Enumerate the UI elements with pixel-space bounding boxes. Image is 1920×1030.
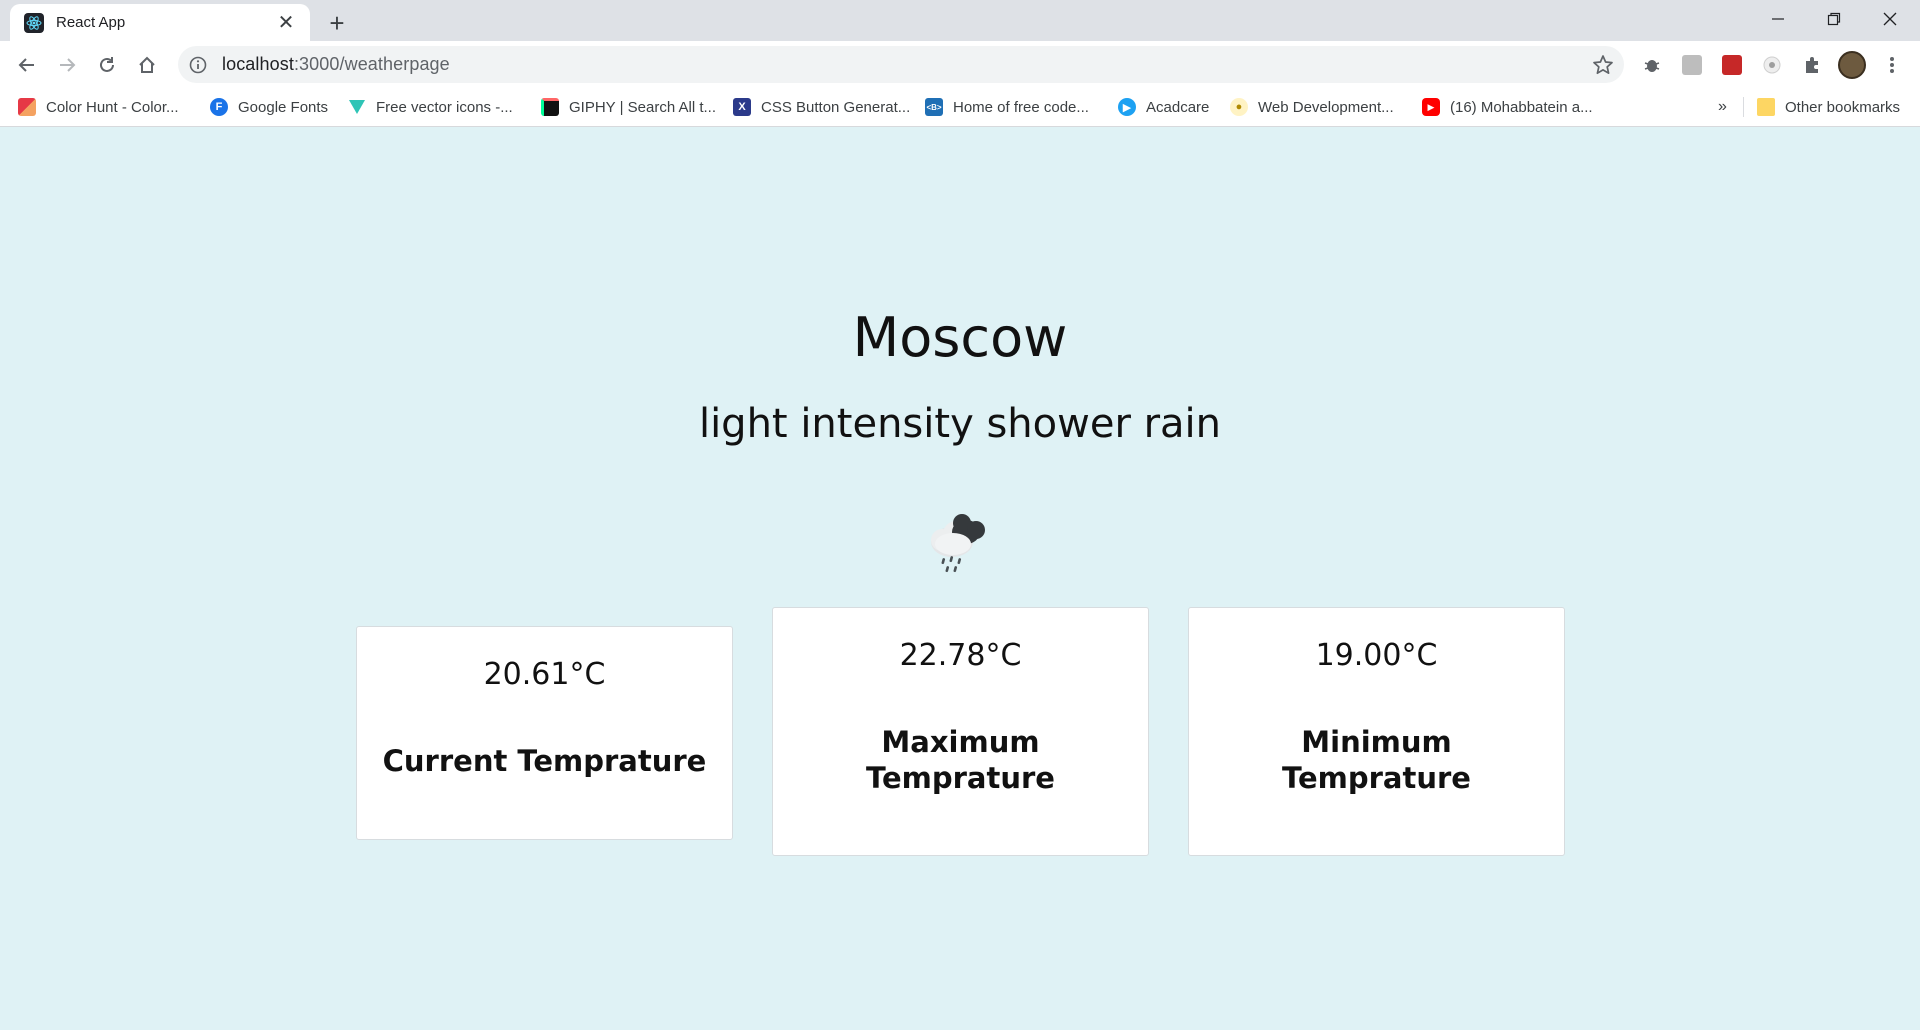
vector-icons-icon	[348, 98, 366, 116]
react-favicon-icon	[24, 12, 44, 33]
minimize-window-button[interactable]	[1750, 0, 1806, 38]
bookmark-acadcare[interactable]: ▶ Acadcare	[1118, 95, 1209, 119]
maximum-temperature-label-line2: Temprature	[866, 761, 1055, 795]
url-path: :3000/weatherpage	[293, 54, 450, 74]
other-bookmarks-folder[interactable]: Other bookmarks	[1757, 95, 1900, 119]
bookmark-css-button-generator[interactable]: X CSS Button Generat...	[733, 95, 910, 119]
youtube-icon: ▶	[1422, 98, 1440, 116]
close-window-button[interactable]	[1862, 0, 1918, 38]
bookmarks-overflow-button[interactable]: »	[1718, 95, 1727, 119]
tab-close-icon[interactable]: ✕	[274, 11, 298, 35]
new-tab-button[interactable]: +	[322, 8, 352, 38]
minimum-temperature-label: Minimum	[1301, 725, 1452, 759]
forward-arrow-icon[interactable]	[51, 49, 83, 81]
red-extension-icon[interactable]	[1720, 53, 1744, 77]
bookmark-label: GIPHY | Search All t...	[569, 98, 717, 116]
free-code-icon: <B>	[925, 98, 943, 116]
bookmark-web-development[interactable]: ● Web Development...	[1230, 95, 1394, 119]
bookmark-label: Google Fonts	[238, 98, 329, 116]
css-button-icon: X	[733, 98, 751, 116]
bookmark-label: CSS Button Generat...	[761, 98, 911, 116]
restore-window-button[interactable]	[1806, 0, 1862, 38]
weather-page: Moscow light intensity shower rain 20.61…	[0, 128, 1920, 1030]
web-dev-icon: ●	[1230, 98, 1248, 116]
home-icon[interactable]	[131, 49, 163, 81]
weather-description: light intensity shower rain	[698, 401, 1222, 447]
bookmark-giphy[interactable]: GIPHY | Search All t...	[541, 95, 716, 119]
bookmark-google-fonts[interactable]: F Google Fonts	[210, 95, 328, 119]
bookmark-label: (16) Mohabbatein a...	[1450, 98, 1593, 116]
shower-rain-icon	[931, 514, 985, 573]
giphy-icon	[541, 98, 559, 116]
color-hunt-icon	[18, 98, 36, 116]
url-text: localhost:3000/weatherpage	[222, 54, 450, 75]
overflow-chevron-icon: »	[1718, 98, 1727, 115]
current-temperature-value: 20.61°C	[483, 657, 606, 692]
chrome-menu-icon[interactable]	[1880, 53, 1904, 77]
city-name: Moscow	[852, 306, 1068, 369]
bookmark-star-icon[interactable]	[1592, 54, 1614, 76]
site-info-icon[interactable]	[188, 55, 208, 75]
browser-tab[interactable]: React App ✕	[10, 4, 310, 41]
bookmarks-divider	[1743, 97, 1744, 117]
bookmark-label: Free vector icons -...	[376, 98, 513, 116]
bookmark-label: Acadcare	[1146, 98, 1210, 116]
current-temperature-label: Current Temprature	[382, 744, 707, 778]
back-arrow-icon[interactable]	[11, 49, 43, 81]
profile-avatar[interactable]	[1838, 51, 1866, 79]
address-bar[interactable]: localhost:3000/weatherpage	[178, 46, 1624, 83]
tab-strip: React App ✕ +	[0, 0, 1920, 41]
bookmark-free-code[interactable]: <B> Home of free code...	[925, 95, 1089, 119]
bookmark-color-hunt[interactable]: Color Hunt - Color...	[18, 95, 179, 119]
grey-extension-icon[interactable]	[1680, 53, 1704, 77]
browser-toolbar: localhost:3000/weatherpage	[0, 41, 1920, 87]
other-bookmarks-label: Other bookmarks	[1785, 98, 1901, 116]
current-temperature-card: 20.61°C Current Temprature	[356, 626, 733, 840]
tab-title: React App	[56, 14, 126, 31]
bookmark-label: Color Hunt - Color...	[46, 98, 179, 116]
bookmark-youtube[interactable]: ▶ (16) Mohabbatein a...	[1422, 95, 1593, 119]
reload-icon[interactable]	[91, 49, 123, 81]
minimum-temperature-value: 19.00°C	[1315, 638, 1438, 673]
extensions-puzzle-icon[interactable]	[1800, 53, 1824, 77]
maximum-temperature-value: 22.78°C	[899, 638, 1022, 673]
folder-icon	[1757, 98, 1775, 116]
bookmark-free-vector-icons[interactable]: Free vector icons -...	[348, 95, 513, 119]
bookmark-label: Web Development...	[1258, 98, 1394, 116]
circle-extension-icon[interactable]	[1760, 53, 1784, 77]
minimum-temperature-label-line2: Temprature	[1282, 761, 1471, 795]
bookmarks-bar: Color Hunt - Color... F Google Fonts Fre…	[0, 87, 1920, 127]
google-fonts-icon: F	[210, 98, 228, 116]
minimum-temperature-card: 19.00°C Minimum Temprature	[1188, 607, 1565, 856]
url-host: localhost	[222, 54, 294, 74]
bookmark-label: Home of free code...	[953, 98, 1089, 116]
acadcare-icon: ▶	[1118, 98, 1136, 116]
maximum-temperature-card: 22.78°C Maximum Temprature	[772, 607, 1149, 856]
maximum-temperature-label: Maximum	[881, 725, 1040, 759]
bug-extension-icon[interactable]	[1640, 53, 1664, 77]
